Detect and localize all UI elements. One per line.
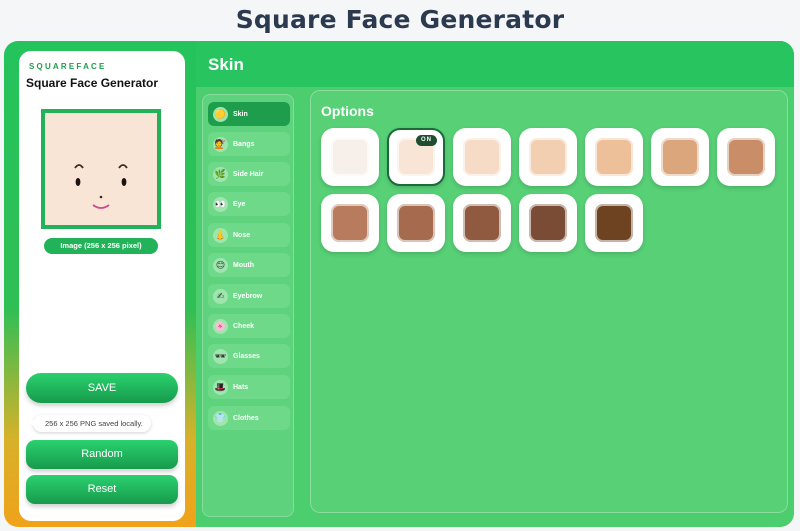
sidebar-item-cheek[interactable]: 🌸 Cheek [208,314,290,338]
sidebar-item-nose[interactable]: 👃 Nose [208,223,290,247]
sidebar-item-label: Eyebrow [233,292,263,300]
right-eyebrow [118,164,128,169]
sidebar-item-mouth[interactable]: 😊 Mouth [208,253,290,277]
sidebar-item-label: Eye [233,200,246,208]
skin-swatch[interactable] [585,128,643,186]
preview-panel: SQUAREFACE Square Face Generator Image (… [19,51,185,521]
save-toast: 256 x 256 PNG saved locally. [29,415,151,432]
panel-title: Square Face Generator [26,76,159,90]
sidebar-item-side-hair[interactable]: 🌿 Side Hair [208,162,290,186]
sidebar-item-label: Nose [233,231,251,239]
sidebar-item-eyebrow[interactable]: ✍ Eyebrow [208,284,290,308]
skin-color-chip [331,204,369,242]
sidebar-item-label: Glasses [233,352,260,360]
image-size-badge: Image (256 x 256 pixel) [44,238,158,254]
skin-swatch[interactable] [321,194,379,252]
skin-swatch[interactable] [651,128,709,186]
sidebar-item-eye[interactable]: 👀 Eye [208,192,290,216]
right-eye [121,178,127,186]
clothes-icon: 👕 [213,410,228,426]
save-button[interactable]: SAVE [26,373,178,403]
sidebar-item-label: Clothes [233,414,259,422]
bangs-icon: 💇 [213,136,228,152]
skin-swatch[interactable] [453,194,511,252]
side-hair-icon: 🌿 [213,166,228,182]
mouth [92,204,110,209]
editor-panel: Skin 🟡 Skin 💇 Bangs 🌿 Side Hair 👀 Eye 👃 Nose … [196,41,794,527]
options-title: Options [321,103,374,119]
section-title: Skin [208,55,244,74]
app-window: SQUAREFACE Square Face Generator Image (… [4,41,794,527]
section-header: Skin [196,41,794,87]
skin-color-chip [331,138,369,176]
parts-sidebar: 🟡 Skin 💇 Bangs 🌿 Side Hair 👀 Eye 👃 Nose 😊 Mout… [202,94,294,517]
skin-color-chip [727,138,765,176]
brand-logo: SQUAREFACE [29,62,107,71]
sidebar-item-glasses[interactable]: 🕶 Glasses [208,344,290,368]
nose [99,195,103,199]
skin-color-chip [463,138,501,176]
skin-swatch[interactable] [519,194,577,252]
hat-icon: 🎩 [213,379,228,395]
glasses-icon: 🕶 [213,348,228,364]
sidebar-item-label: Skin [233,110,248,118]
left-eye [75,178,81,186]
cheek-icon: 🌸 [213,318,228,334]
skin-icon: 🟡 [213,106,228,122]
skin-swatch[interactable] [717,128,775,186]
skin-swatch[interactable] [453,128,511,186]
random-button[interactable]: Random [26,440,178,469]
page-title: Square Face Generator [235,5,565,34]
selected-badge: ON [416,135,437,146]
sidebar-item-label: Hats [233,383,249,391]
skin-swatch[interactable] [387,194,445,252]
sidebar-item-hats[interactable]: 🎩 Hats [208,375,290,399]
skin-color-chip [397,204,435,242]
skin-color-chip [661,138,699,176]
sidebar-item-clothes[interactable]: 👕 Clothes [208,406,290,430]
skin-color-chip [595,204,633,242]
mouth-icon: 😊 [213,257,228,273]
face-preview [41,109,161,229]
eyebrow-icon: ✍ [213,288,228,304]
skin-color-chip [595,138,633,176]
skin-swatch[interactable] [321,128,379,186]
sidebar-item-bangs[interactable]: 💇 Bangs [208,132,290,156]
nose-icon: 👃 [213,227,228,243]
skin-swatch-selected[interactable]: ON [387,128,445,186]
sidebar-item-label: Side Hair [233,170,264,178]
sidebar-item-skin[interactable]: 🟡 Skin [208,102,290,126]
skin-swatch[interactable] [585,194,643,252]
left-eyebrow [74,164,84,169]
sidebar-item-label: Cheek [233,322,255,330]
skin-swatch[interactable] [519,128,577,186]
face-illustration [74,164,128,209]
skin-color-chip [529,204,567,242]
skin-color-chip [463,204,501,242]
eye-icon: 👀 [213,196,228,212]
options-panel: Options ON [310,90,788,513]
sidebar-item-label: Bangs [233,140,255,148]
skin-color-chip [529,138,567,176]
reset-button[interactable]: Reset [26,475,178,504]
sidebar-item-label: Mouth [233,261,254,269]
